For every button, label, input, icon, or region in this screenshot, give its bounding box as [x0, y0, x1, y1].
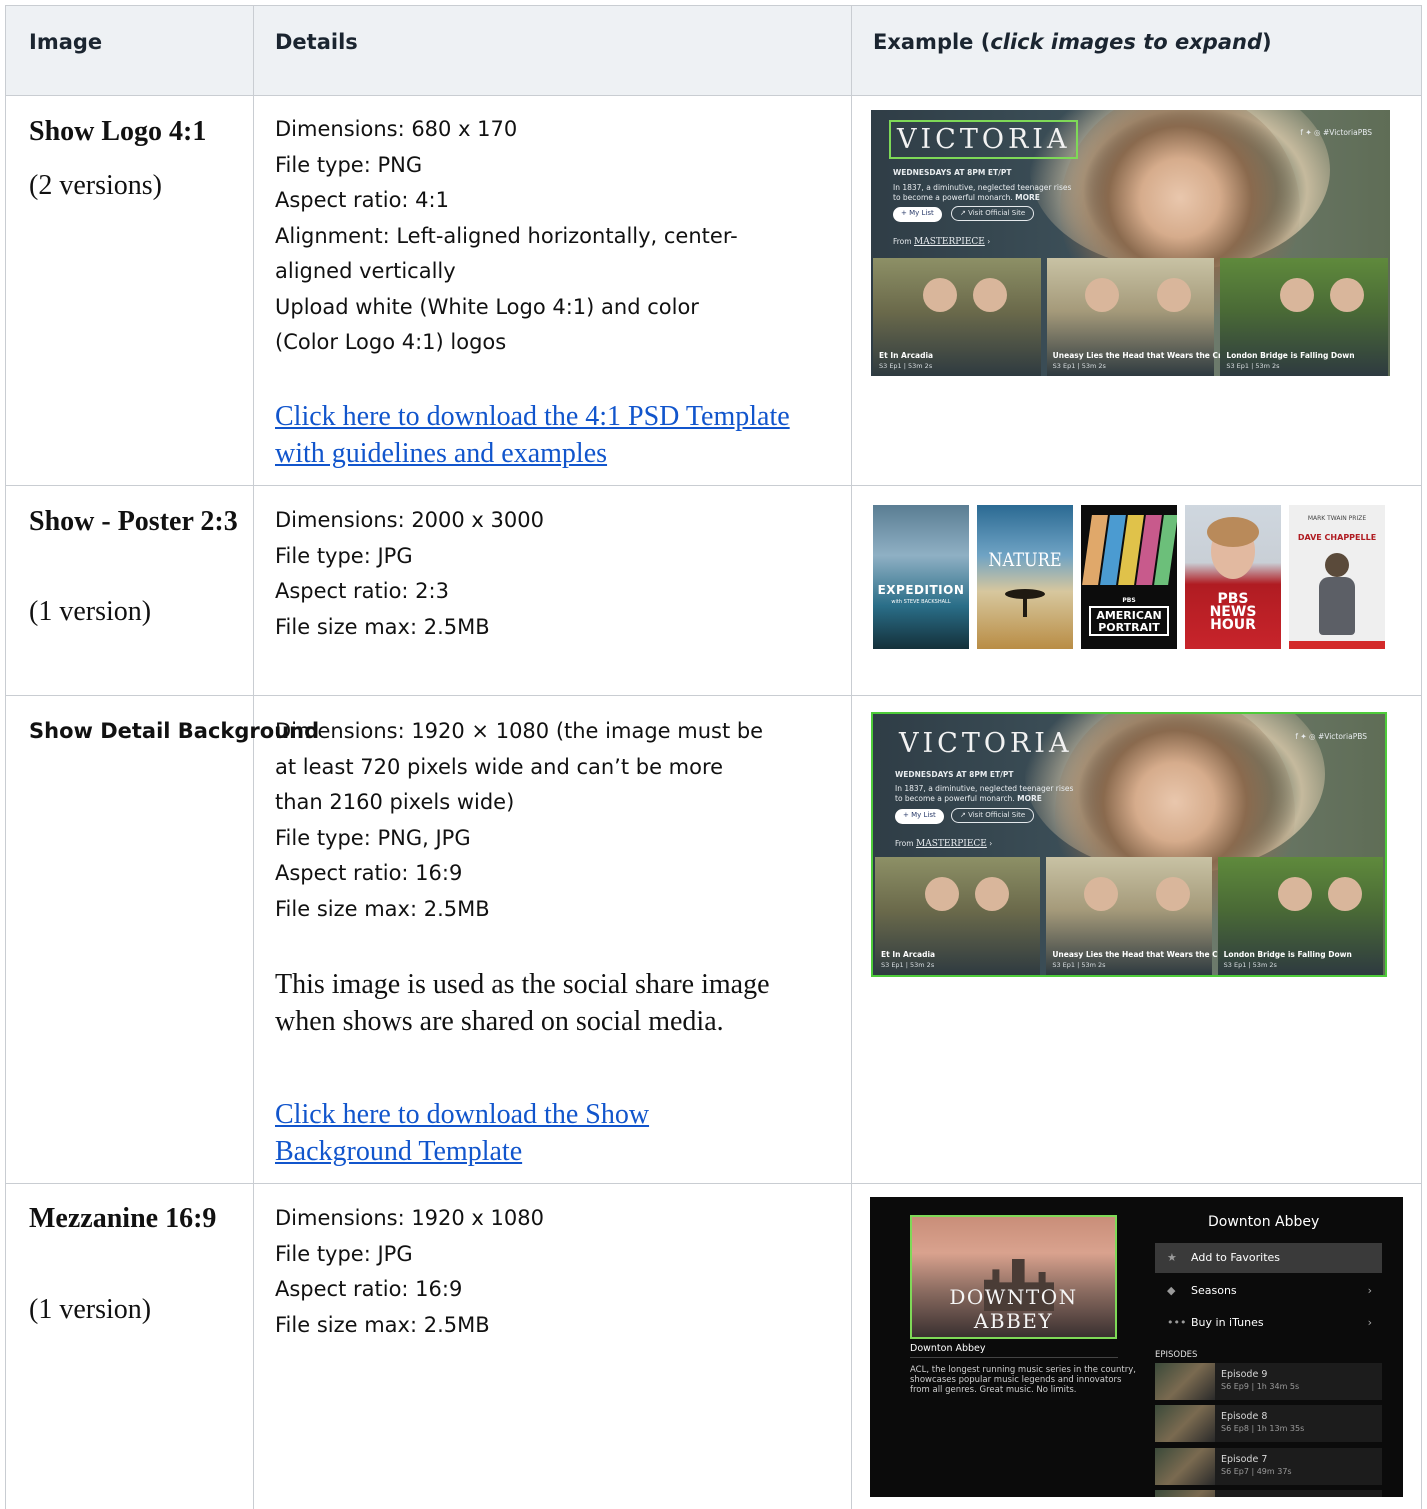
row-details: Dimensions: 1920 x 1080 File type: JPG A…	[275, 1206, 544, 1337]
victoria-example-image[interactable]: VICTORIA f ✦ ◎ #VictoriaPBS WEDNESDAYS A…	[871, 110, 1390, 376]
poster-pbs-newshour[interactable]: PBS NEWS HOUR	[1185, 505, 1281, 649]
victoria-logo: VICTORIA	[899, 728, 1073, 759]
victoria-background-example[interactable]: VICTORIA f ✦ ◎ #VictoriaPBS WEDNESDAYS A…	[871, 712, 1387, 977]
episode-thumb[interactable]: Uneasy Lies the Head that Wears the Crow…	[1046, 258, 1239, 376]
more-icon: •••	[1167, 1316, 1187, 1329]
row-details: Dimensions: 2000 x 3000 File type: JPG A…	[275, 508, 544, 639]
blurb-line-1: In 1837, a diminutive, neglected teenage…	[893, 183, 1072, 192]
layers-icon: ◆	[1167, 1284, 1176, 1297]
episode-row[interactable]: Episode 8 S6 Ep8 | 1h 13m 35s	[1155, 1405, 1382, 1442]
external-link-icon: ↗	[960, 209, 969, 217]
row-title-mezzanine: Mezzanine 16:9	[29, 1203, 217, 1234]
chevron-right-icon: ›	[1367, 1284, 1372, 1297]
poster-nature[interactable]: NATURE	[977, 505, 1073, 649]
poster-examples: EXPEDITION with STEVE BACKSHALL NATURE P…	[873, 505, 1385, 649]
row-divider	[5, 485, 1422, 486]
my-list-button[interactable]: + My List	[893, 207, 942, 222]
row-title-show-poster: Show - Poster 2:3	[29, 506, 238, 537]
row-subtitle: (2 versions)	[29, 170, 162, 201]
mezzanine-image: DOWNTON ABBEY	[910, 1215, 1117, 1339]
show-description: ACL, the longest running music series in…	[910, 1365, 1136, 1395]
episode-row[interactable]	[1155, 1490, 1382, 1497]
blurb-line-1: In 1837, a diminutive, neglected teenage…	[895, 784, 1074, 793]
table-border-left	[5, 5, 6, 1509]
episode-thumb[interactable]: Et In Arcadia S3 Ep1 | 53m 2s	[875, 857, 1041, 975]
download-4-1-template-link[interactable]: Click here to download the 4:1 PSD Templ…	[275, 398, 815, 472]
visit-site-button[interactable]: ↗ Visit Official Site	[951, 808, 1035, 823]
column-divider	[851, 5, 852, 1509]
row-details: Dimensions: 1920 × 1080 (the image must …	[275, 719, 764, 921]
episode-thumb[interactable]: Et In Arcadia S3 Ep1 | 53m 2s	[873, 258, 1041, 376]
downton-abbey-example[interactable]: DOWNTON ABBEY Downton Abbey ACL, the lon…	[870, 1197, 1403, 1497]
show-subtitle: Downton Abbey	[910, 1343, 986, 1354]
column-divider	[253, 5, 254, 1509]
my-list-button[interactable]: + My List	[895, 809, 944, 824]
header-details: Details	[275, 30, 358, 54]
blurb-line-2: to become a powerful monarch. MORE	[895, 794, 1042, 803]
episode-thumb[interactable]: London Bridge is Falling Down S3 Ep1 | 53…	[1217, 857, 1383, 975]
poster-american-portrait[interactable]: PBS AMERICAN PORTRAIT	[1081, 505, 1177, 649]
victoria-logo: VICTORIA	[889, 120, 1079, 159]
add-to-favorites-button[interactable]: ★ Add to Favorites	[1155, 1243, 1382, 1273]
poster-mark-twain[interactable]: MARK TWAIN PRIZE DAVE CHAPPELLE	[1289, 505, 1385, 649]
row-subtitle: (1 version)	[29, 1294, 152, 1325]
row-divider	[5, 1183, 1422, 1184]
episode-thumb[interactable]: London Bridge is Falling Down S3 Ep1 | 53…	[1220, 258, 1389, 376]
row-divider	[5, 695, 1422, 696]
external-link-icon: ↗	[960, 811, 969, 819]
episode-thumbnails: Et In Arcadia S3 Ep1 | 53m 2s Uneasy Lies…	[873, 857, 1385, 975]
chevron-right-icon: ›	[1367, 1316, 1372, 1329]
poster-expedition[interactable]: EXPEDITION with STEVE BACKSHALL	[873, 505, 969, 649]
row-divider	[5, 95, 1422, 96]
row-details: Dimensions: 680 x 170 File type: PNG Asp…	[275, 117, 738, 354]
from-masterpiece: From MASTERPIECE ›	[895, 839, 993, 849]
blurb-line-2: to become a powerful monarch. MORE	[893, 193, 1040, 202]
episodes-label: EPISODES	[1155, 1350, 1198, 1360]
airtime-text: WEDNESDAYS AT 8PM ET/PT	[895, 770, 1014, 779]
from-masterpiece: From MASTERPIECE ›	[893, 237, 991, 247]
row-subtitle: (1 version)	[29, 596, 152, 627]
episode-thumb[interactable]: Uneasy Lies the Head that Wears the Crow…	[1046, 857, 1239, 975]
seasons-button[interactable]: ◆ Seasons ›	[1155, 1276, 1382, 1306]
episode-thumbnails: Et In Arcadia S3 Ep1 | 53m 2s Uneasy Lies…	[871, 258, 1390, 376]
episode-row[interactable]: Episode 9 S6 Ep9 | 1h 34m 5s	[1155, 1363, 1382, 1400]
table-border-right	[1421, 5, 1422, 1509]
table-border-top	[5, 5, 1422, 6]
social-icons: f ✦ ◎ #VictoriaPBS	[1300, 128, 1372, 137]
airtime-text: WEDNESDAYS AT 8PM ET/PT	[893, 168, 1012, 177]
header-image: Image	[29, 30, 103, 54]
buy-in-itunes-button[interactable]: ••• Buy in iTunes ›	[1155, 1308, 1382, 1338]
show-heading: Downton Abbey	[1208, 1214, 1320, 1230]
spec-table: Image Details Example (click images to e…	[0, 0, 1427, 1509]
row-title-show-logo: Show Logo 4:1	[29, 116, 207, 147]
visit-site-button[interactable]: ↗ Visit Official Site	[951, 206, 1035, 221]
download-background-template-link[interactable]: Click here to download the Show Backgrou…	[275, 1096, 745, 1170]
social-share-note: This image is used as the social share i…	[275, 969, 770, 1037]
star-icon: ★	[1167, 1251, 1177, 1264]
social-icons: f ✦ ◎ #VictoriaPBS	[1295, 732, 1367, 741]
header-example: Example (click images to expand)	[873, 30, 1272, 54]
episode-row[interactable]: Episode 7 S6 Ep7 | 49m 37s	[1155, 1448, 1382, 1485]
